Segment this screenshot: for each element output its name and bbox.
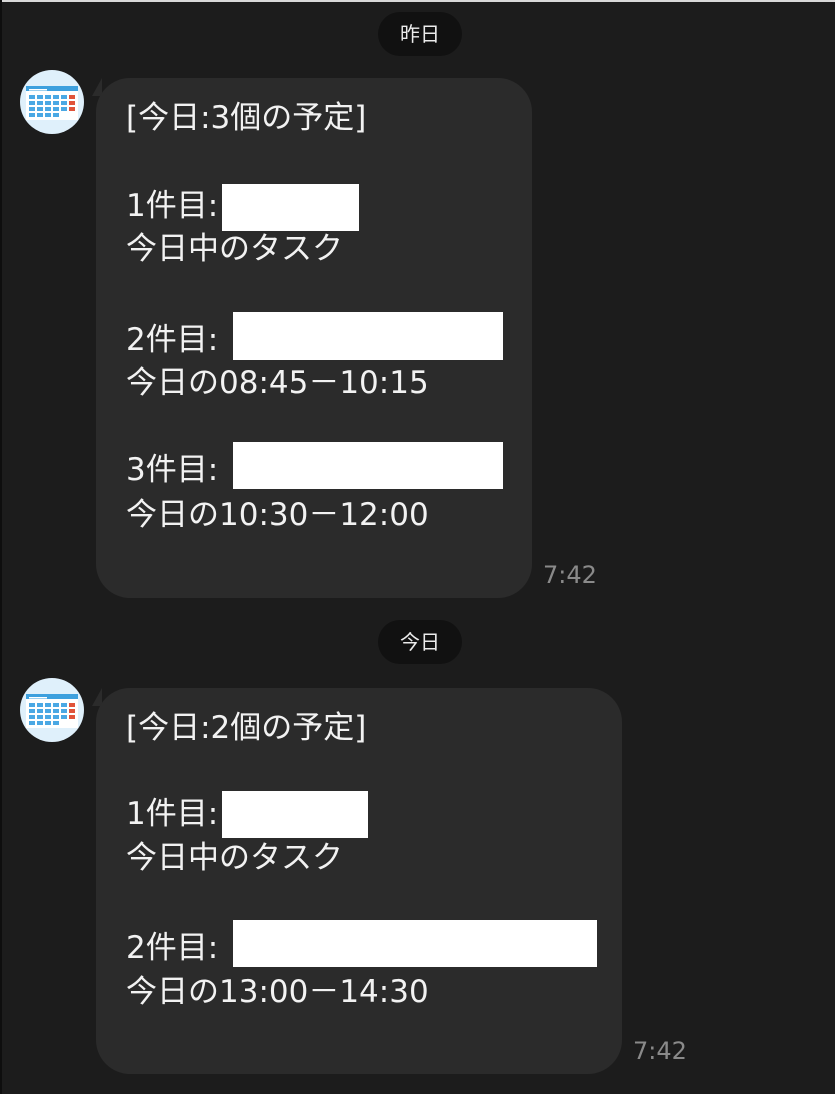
item-3-label: 3件目: — [126, 452, 219, 488]
message-time: 7:42 — [633, 1037, 687, 1065]
date-separator-today: 今日 — [378, 620, 462, 664]
message-bubble-1[interactable]: [今日:3個の予定] 1件目: 今日中のタスク 2件目: 今日の08:45－10… — [96, 78, 532, 598]
item-1-detail: 今日中のタスク — [126, 231, 343, 267]
redacted-item-2 — [233, 920, 597, 967]
item-1-label: 1件目: — [126, 796, 219, 832]
redacted-item-1 — [222, 791, 368, 838]
window-top-border — [0, 0, 835, 2]
message-time: 7:42 — [543, 561, 597, 589]
item-1-detail: 今日中のタスク — [126, 840, 343, 876]
item-2-detail: 今日の13:00－14:30 — [126, 974, 429, 1010]
message-bubble-2[interactable]: [今日:2個の予定] 1件目: 今日中のタスク 2件目: 今日の13:00－14… — [96, 688, 622, 1074]
item-3-detail: 今日の10:30－12:00 — [126, 497, 429, 533]
message-title: [今日:2個の予定] — [126, 710, 367, 746]
bot-avatar[interactable] — [20, 678, 84, 742]
redacted-item-1 — [222, 184, 359, 231]
window-left-border — [0, 0, 2, 1094]
item-2-label: 2件目: — [126, 322, 219, 358]
date-separator-yesterday: 昨日 — [378, 12, 462, 56]
bot-avatar[interactable] — [20, 70, 84, 134]
calendar-icon — [26, 694, 78, 728]
item-2-label: 2件目: — [126, 930, 219, 966]
redacted-item-3 — [233, 442, 503, 489]
redacted-item-2 — [233, 312, 503, 360]
item-2-detail: 今日の08:45－10:15 — [126, 365, 429, 401]
item-1-label: 1件目: — [126, 188, 219, 224]
calendar-icon — [26, 86, 78, 120]
message-title: [今日:3個の予定] — [126, 100, 367, 136]
